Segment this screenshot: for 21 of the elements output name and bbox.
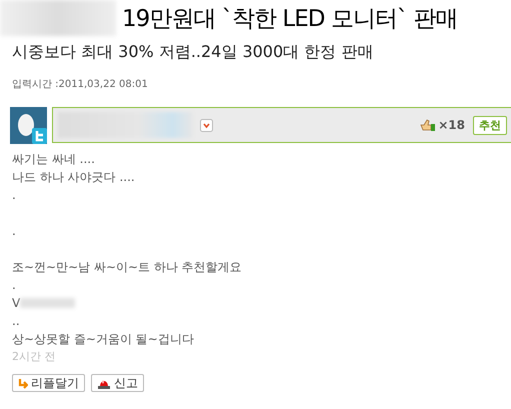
article-title: 19만원대 `착한 LED 모니터` 판매 — [122, 4, 458, 34]
comment-line: 조~껀~만~남 싸~이~트 하나 추천할게요 — [12, 259, 242, 276]
arrow-icon — [18, 378, 28, 388]
thumbs-up-icon — [420, 118, 436, 132]
comment-line: 나드 하나 사야긋다 .... — [12, 169, 135, 186]
like-count: ×18 — [438, 118, 465, 132]
comment-time: 2시간 전 — [12, 349, 56, 365]
avatar-icon — [10, 107, 47, 144]
article-subtitle: 시중보다 최대 30% 저렴..24일 3000대 한정 판매 — [12, 42, 374, 63]
comment-line: . — [12, 277, 16, 294]
report-button[interactable]: 신고 — [91, 374, 144, 392]
blurred-text — [20, 298, 76, 308]
dropdown-chevron-icon[interactable] — [200, 118, 213, 132]
comment-line: 싸기는 싸네 .... — [12, 151, 95, 168]
publish-date: 입력시간 :2011,03,22 08:01 — [12, 78, 149, 91]
comment-line: . — [12, 223, 16, 240]
reply-button[interactable]: 리플달기 — [12, 374, 85, 392]
comment-line: V — [12, 295, 20, 312]
comment-line: . — [12, 187, 16, 204]
comment-line: .. — [12, 313, 20, 330]
comment-line: 상~상못할 즐~거움이 될~겁니다 — [12, 331, 194, 348]
